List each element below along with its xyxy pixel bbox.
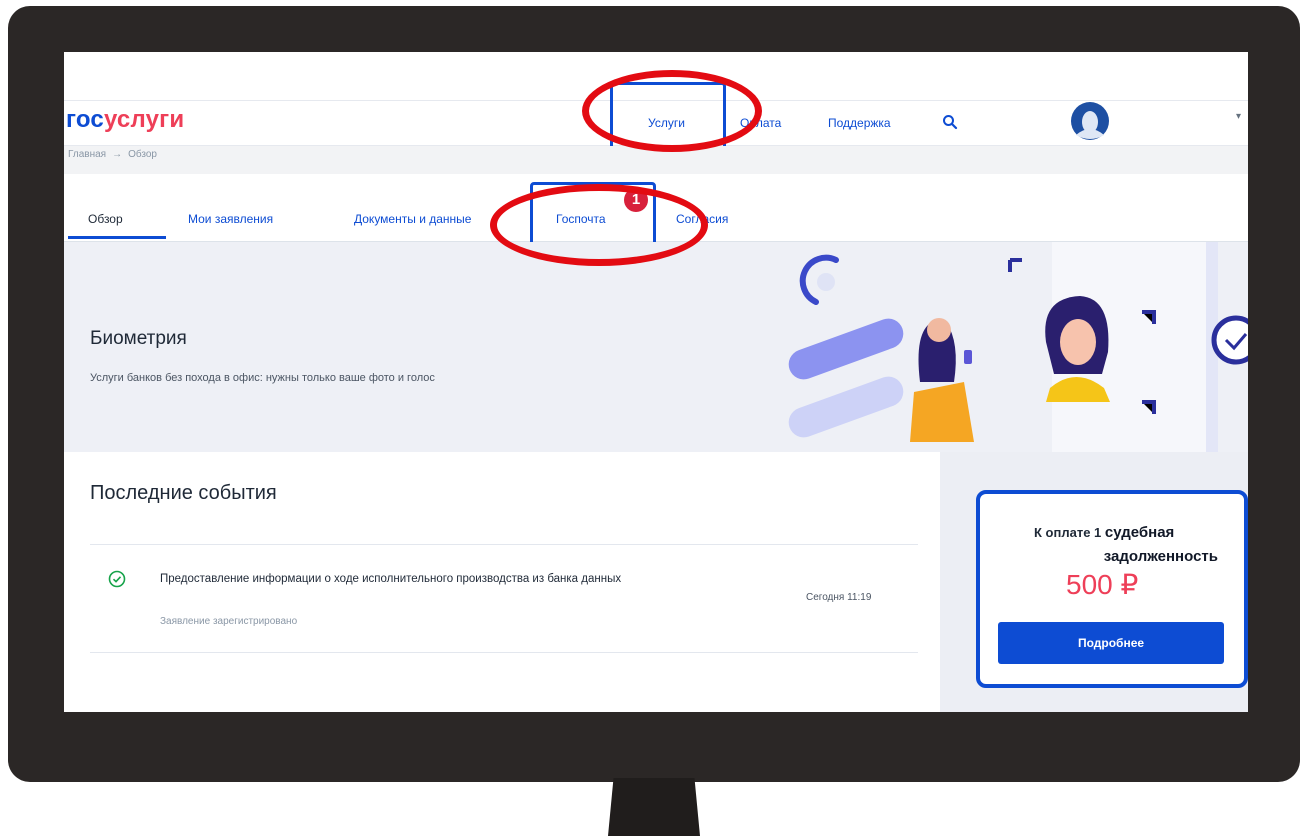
nav-support[interactable]: Поддержка xyxy=(828,116,891,130)
event-title-link[interactable]: Предоставление информации о ходе исполни… xyxy=(160,570,750,588)
divider xyxy=(90,652,918,653)
payment-line1: К оплате 1 судебная xyxy=(1034,524,1174,541)
biometrics-banner[interactable]: Биометрия Услуги банков без похода в офи… xyxy=(64,242,1248,452)
breadcrumb-current: Обзор xyxy=(128,149,157,160)
details-button[interactable]: Подробнее xyxy=(998,622,1224,664)
events-title: Последние события xyxy=(90,482,277,504)
biometrics-illustration xyxy=(788,242,1248,452)
payment-amount: 500 ₽ xyxy=(1066,569,1139,600)
breadcrumb-arrow-icon: → xyxy=(112,149,123,160)
chevron-down-icon[interactable]: ▾ xyxy=(1236,111,1241,122)
banner-subtitle: Услуги банков без похода в офис: нужны т… xyxy=(90,372,435,384)
logo-part-gos: гос xyxy=(66,106,104,133)
tab-overview[interactable]: Обзор xyxy=(88,212,123,226)
recent-events: Последние события Предоставление информа… xyxy=(64,452,940,712)
gosuslugi-logo[interactable]: госуслуги xyxy=(66,106,184,134)
monitor-stand xyxy=(608,778,700,836)
search-icon[interactable] xyxy=(942,114,958,130)
avatar[interactable] xyxy=(1070,101,1110,141)
tab-active-indicator xyxy=(68,236,166,239)
logo-part-uslugi: услуги xyxy=(103,106,185,133)
check-circle-icon xyxy=(108,570,126,588)
payment-type: судебная xyxy=(1104,524,1175,541)
payment-prefix: К оплате 1 xyxy=(1034,525,1102,540)
red-highlight-ring-mail xyxy=(490,184,708,266)
breadcrumb-home[interactable]: Главная xyxy=(68,149,106,160)
banner-title: Биометрия xyxy=(90,328,187,349)
event-status: Заявление зарегистрировано xyxy=(160,616,298,627)
payment-card: К оплате 1 судебная задолженность 500 ₽ … xyxy=(976,490,1248,688)
tab-applications[interactable]: Мои заявления xyxy=(188,212,273,226)
red-highlight-ring-services xyxy=(582,70,762,152)
payment-line2: задолженность xyxy=(1103,548,1218,565)
event-time: Сегодня 11:19 xyxy=(806,592,872,603)
tab-documents[interactable]: Документы и данные xyxy=(354,212,471,226)
divider xyxy=(90,544,918,545)
